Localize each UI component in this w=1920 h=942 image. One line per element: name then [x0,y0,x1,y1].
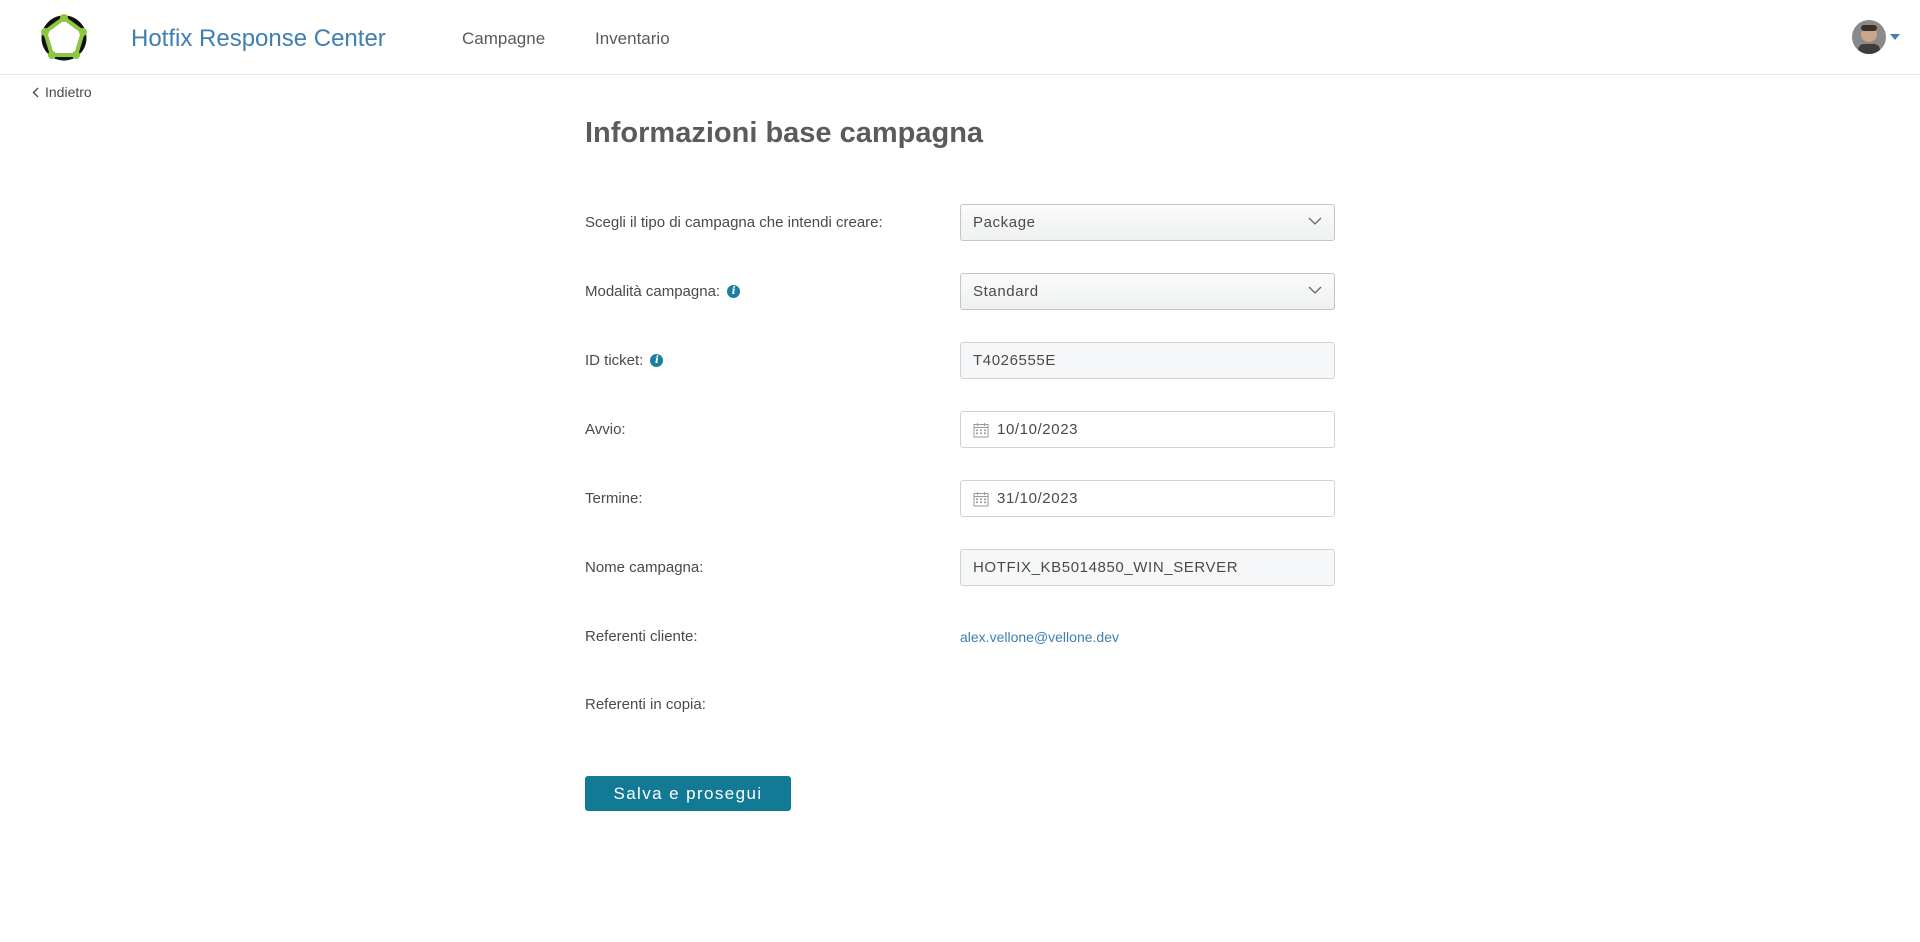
calendar-icon[interactable] [973,422,989,438]
tipo-value: Package [973,214,1036,231]
page-title: Informazioni base campagna [585,117,984,149]
modalita-value: Standard [973,283,1039,300]
tipo-label: Scegli il tipo di campagna che intendi c… [585,214,883,231]
copia-label-text: Referenti in copia: [585,696,706,713]
calendar-icon[interactable] [973,491,989,507]
ticket-label-text: ID ticket: [585,352,644,369]
modalita-label: Modalità campagna: [585,283,741,300]
save-button[interactable]: Salva e prosegui [585,776,791,811]
nome-value: HOTFIX_KB5014850_WIN_SERVER [973,559,1239,576]
modalita-select[interactable]: Standard [960,273,1335,310]
termine-label-text: Termine: [585,490,643,507]
avvio-label: Avvio: [585,421,626,438]
termine-label: Termine: [585,490,643,507]
back-link[interactable]: Indietro [32,84,92,100]
info-icon[interactable] [727,285,741,298]
nome-label-text: Nome campagna: [585,559,704,576]
nav-item-inventario[interactable]: Inventario [595,29,670,49]
nome-input[interactable]: HOTFIX_KB5014850_WIN_SERVER [960,549,1335,586]
modalita-label-text: Modalità campagna: [585,283,721,300]
referenti-label-text: Referenti cliente: [585,628,698,645]
avvio-value: 10/10/2023 [997,421,1079,438]
ticket-label: ID ticket: [585,352,664,369]
logo-icon[interactable] [38,12,90,64]
referenti-label: Referenti cliente: [585,628,698,645]
ticket-input[interactable]: T4026555E [960,342,1335,379]
chevron-left-icon [32,87,39,97]
chevron-down-icon [1308,286,1322,294]
tipo-select[interactable]: Package [960,204,1335,241]
top-navbar: Hotfix Response Center Campagne Inventar… [0,0,1920,75]
chevron-down-icon [1308,217,1322,225]
termine-date-input[interactable]: 31/10/2023 [960,480,1335,517]
caret-down-icon[interactable] [1890,34,1900,40]
nome-label: Nome campagna: [585,559,703,576]
avatar[interactable] [1852,20,1886,54]
termine-value: 31/10/2023 [997,490,1079,507]
avvio-label-text: Avvio: [585,421,626,438]
nav-item-campagne[interactable]: Campagne [462,29,545,49]
avvio-date-input[interactable]: 10/10/2023 [960,411,1335,448]
info-icon[interactable] [650,354,664,367]
ticket-value: T4026555E [973,352,1056,369]
app-title[interactable]: Hotfix Response Center [131,25,386,53]
tipo-label-text: Scegli il tipo di campagna che intendi c… [585,214,883,231]
referenti-email-link[interactable]: alex.vellone@vellone.dev [960,629,1119,645]
back-label: Indietro [45,84,92,100]
copia-label: Referenti in copia: [585,696,706,713]
